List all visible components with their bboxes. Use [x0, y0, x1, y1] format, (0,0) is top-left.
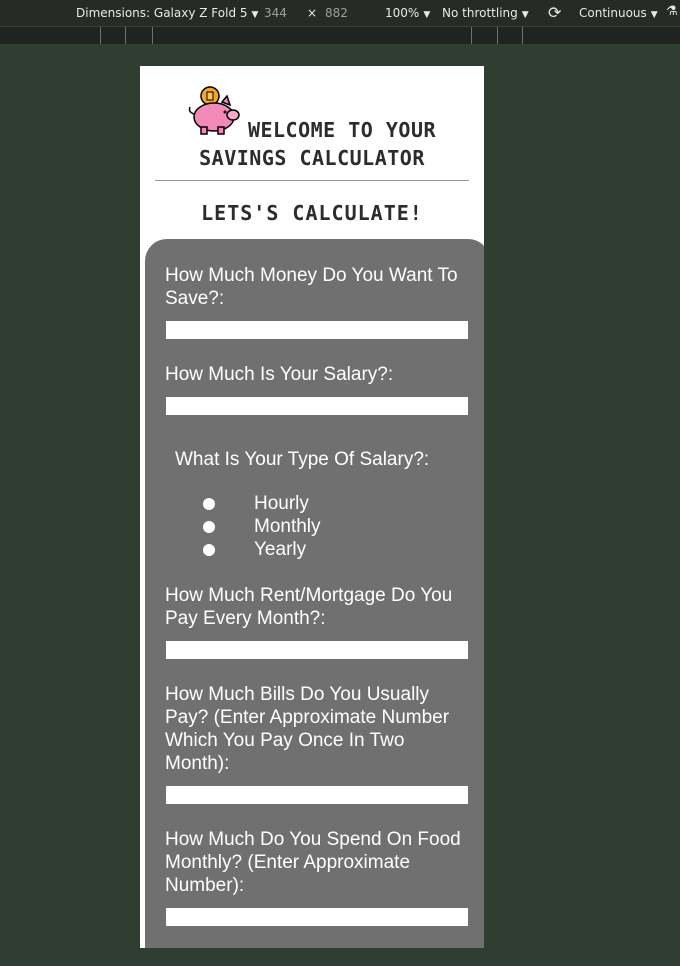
- chevron-down-icon: ▼: [251, 10, 259, 20]
- throttling-dropdown[interactable]: No throttling ▼: [442, 6, 529, 20]
- throttling-label: No throttling: [442, 6, 518, 20]
- ruler-tick: [497, 27, 498, 44]
- radio-label: Hourly: [254, 493, 309, 514]
- ruler-tick: [125, 27, 126, 44]
- device-dimensions-label: Dimensions: Galaxy Z Fold 5: [76, 6, 248, 20]
- times-icon: ×: [307, 6, 318, 20]
- page-subtitle: LETS'S CALCULATE!: [201, 201, 423, 225]
- radio-dot-icon[interactable]: [203, 544, 215, 556]
- save-goal-label: How Much Money Do You Want To Save?:: [165, 265, 458, 309]
- ruler-tick: [152, 27, 153, 44]
- piggy-bank-icon: [188, 86, 240, 135]
- device-dimensions-dropdown[interactable]: Dimensions: Galaxy Z Fold 5 ▼: [76, 6, 258, 20]
- page-header: WELCOME TO YOUR SAVINGS CALCULATOR: [140, 66, 484, 182]
- radio-dot-icon[interactable]: [203, 521, 215, 533]
- mode-label: Continuous: [579, 6, 647, 20]
- flask-icon[interactable]: ⚗: [666, 4, 678, 19]
- chevron-down-icon: ▼: [423, 10, 431, 20]
- zoom-dropdown[interactable]: 100% ▼: [385, 6, 430, 20]
- rotate-icon[interactable]: ⟳: [548, 3, 561, 22]
- radio-label: Yearly: [254, 539, 307, 560]
- media-query-ruler: [0, 26, 680, 44]
- zoom-label: 100%: [385, 6, 420, 20]
- page-title-line2: SAVINGS CALCULATOR: [199, 146, 425, 170]
- mobile-viewport: WELCOME TO YOUR SAVINGS CALCULATOR LETS'…: [140, 66, 484, 948]
- food-input[interactable]: [166, 908, 468, 926]
- radio-dot-icon[interactable]: [203, 498, 215, 510]
- chevron-down-icon: ▼: [650, 10, 658, 20]
- ruler-tick: [100, 27, 101, 44]
- calculator-form: How Much Money Do You Want To Save?: How…: [145, 239, 484, 948]
- save-goal-input[interactable]: [166, 321, 468, 339]
- salary-type-label: What Is Your Type Of Salary?:: [175, 449, 430, 470]
- food-label: How Much Do You Spend On Food Monthly? (…: [165, 829, 461, 896]
- radio-label: Monthly: [254, 516, 321, 537]
- height-input[interactable]: 882: [325, 6, 348, 20]
- chevron-down-icon: ▼: [521, 10, 529, 20]
- devtools-toolbar: Dimensions: Galaxy Z Fold 5 ▼ 344 × 882 1…: [0, 0, 680, 26]
- salary-input[interactable]: [166, 397, 468, 415]
- rent-label: How Much Rent/Mortgage Do You Pay Every …: [165, 585, 453, 629]
- salary-label: How Much Is Your Salary?:: [165, 364, 394, 385]
- ruler-tick: [471, 27, 472, 44]
- header-divider: [155, 180, 469, 181]
- ruler-tick: [522, 27, 523, 44]
- rent-input[interactable]: [166, 641, 468, 659]
- bills-input[interactable]: [166, 786, 468, 804]
- mode-dropdown[interactable]: Continuous ▼: [579, 6, 658, 20]
- bills-label: How Much Bills Do You Usually Pay? (Ente…: [165, 684, 450, 774]
- width-input[interactable]: 344: [264, 6, 287, 20]
